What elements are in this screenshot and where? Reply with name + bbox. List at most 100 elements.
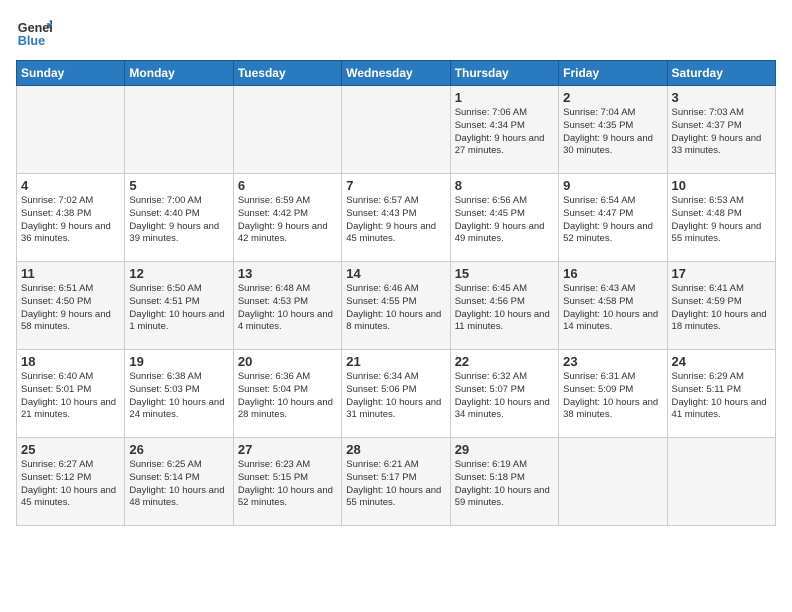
day-info: Sunrise: 6:56 AM Sunset: 4:45 PM Dayligh… xyxy=(455,195,554,246)
day-number: 12 xyxy=(129,266,228,281)
day-info: Sunrise: 6:40 AM Sunset: 5:01 PM Dayligh… xyxy=(21,371,120,422)
calendar-cell: 22 Sunrise: 6:32 AM Sunset: 5:07 PM Dayli… xyxy=(450,350,558,438)
calendar-cell: 16 Sunrise: 6:43 AM Sunset: 4:58 PM Dayli… xyxy=(559,262,667,350)
calendar-header: SundayMondayTuesdayWednesdayThursdayFrid… xyxy=(17,61,776,86)
calendar-cell: 27 Sunrise: 6:23 AM Sunset: 5:15 PM Dayli… xyxy=(233,438,341,526)
day-info: Sunrise: 6:19 AM Sunset: 5:18 PM Dayligh… xyxy=(455,459,554,510)
calendar-cell xyxy=(233,86,341,174)
day-info: Sunrise: 6:34 AM Sunset: 5:06 PM Dayligh… xyxy=(346,371,445,422)
day-info: Sunrise: 7:02 AM Sunset: 4:38 PM Dayligh… xyxy=(21,195,120,246)
calendar-cell xyxy=(559,438,667,526)
day-info: Sunrise: 7:04 AM Sunset: 4:35 PM Dayligh… xyxy=(563,107,662,158)
day-info: Sunrise: 7:03 AM Sunset: 4:37 PM Dayligh… xyxy=(672,107,771,158)
day-number: 23 xyxy=(563,354,662,369)
calendar-cell: 29 Sunrise: 6:19 AM Sunset: 5:18 PM Dayli… xyxy=(450,438,558,526)
day-info: Sunrise: 6:21 AM Sunset: 5:17 PM Dayligh… xyxy=(346,459,445,510)
calendar-cell: 9Sunrise: 6:54 AM Sunset: 4:47 PM Daylig… xyxy=(559,174,667,262)
week-row-4: 18 Sunrise: 6:40 AM Sunset: 5:01 PM Dayli… xyxy=(17,350,776,438)
day-info: Sunrise: 6:38 AM Sunset: 5:03 PM Dayligh… xyxy=(129,371,228,422)
day-number: 25 xyxy=(21,442,120,457)
calendar-cell: 4 Sunrise: 7:02 AM Sunset: 4:38 PM Daylig… xyxy=(17,174,125,262)
calendar-cell: 15Sunrise: 6:45 AM Sunset: 4:56 PM Dayli… xyxy=(450,262,558,350)
calendar-cell: 25 Sunrise: 6:27 AM Sunset: 5:12 PM Dayli… xyxy=(17,438,125,526)
day-number: 5 xyxy=(129,178,228,193)
calendar-table: SundayMondayTuesdayWednesdayThursdayFrid… xyxy=(16,60,776,526)
day-number: 20 xyxy=(238,354,337,369)
day-number: 26 xyxy=(129,442,228,457)
calendar-cell xyxy=(342,86,450,174)
calendar-cell: 23 Sunrise: 6:31 AM Sunset: 5:09 PM Dayli… xyxy=(559,350,667,438)
day-info: Sunrise: 6:54 AM Sunset: 4:47 PM Dayligh… xyxy=(563,195,662,246)
day-info: Sunrise: 6:32 AM Sunset: 5:07 PM Dayligh… xyxy=(455,371,554,422)
logo: General Blue xyxy=(16,16,56,52)
svg-text:Blue: Blue xyxy=(18,34,45,48)
header: General Blue xyxy=(16,16,776,52)
day-number: 22 xyxy=(455,354,554,369)
day-number: 6 xyxy=(238,178,337,193)
weekday-sunday: Sunday xyxy=(17,61,125,86)
day-number: 4 xyxy=(21,178,120,193)
day-number: 1 xyxy=(455,90,554,105)
day-number: 11 xyxy=(21,266,120,281)
day-number: 8 xyxy=(455,178,554,193)
week-row-2: 4 Sunrise: 7:02 AM Sunset: 4:38 PM Daylig… xyxy=(17,174,776,262)
day-number: 16 xyxy=(563,266,662,281)
calendar-cell xyxy=(125,86,233,174)
calendar-cell: 19Sunrise: 6:38 AM Sunset: 5:03 PM Dayli… xyxy=(125,350,233,438)
day-number: 27 xyxy=(238,442,337,457)
day-number: 10 xyxy=(672,178,771,193)
day-info: Sunrise: 6:27 AM Sunset: 5:12 PM Dayligh… xyxy=(21,459,120,510)
calendar-cell: 3 Sunrise: 7:03 AM Sunset: 4:37 PM Daylig… xyxy=(667,86,775,174)
day-number: 17 xyxy=(672,266,771,281)
calendar-cell: 24 Sunrise: 6:29 AM Sunset: 5:11 PM Dayli… xyxy=(667,350,775,438)
day-info: Sunrise: 6:43 AM Sunset: 4:58 PM Dayligh… xyxy=(563,283,662,334)
week-row-5: 25 Sunrise: 6:27 AM Sunset: 5:12 PM Dayli… xyxy=(17,438,776,526)
day-info: Sunrise: 6:31 AM Sunset: 5:09 PM Dayligh… xyxy=(563,371,662,422)
calendar-cell: 28 Sunrise: 6:21 AM Sunset: 5:17 PM Dayli… xyxy=(342,438,450,526)
day-number: 3 xyxy=(672,90,771,105)
day-info: Sunrise: 6:23 AM Sunset: 5:15 PM Dayligh… xyxy=(238,459,337,510)
day-info: Sunrise: 6:41 AM Sunset: 4:59 PM Dayligh… xyxy=(672,283,771,334)
calendar-cell: 17 Sunrise: 6:41 AM Sunset: 4:59 PM Dayli… xyxy=(667,262,775,350)
day-number: 2 xyxy=(563,90,662,105)
weekday-tuesday: Tuesday xyxy=(233,61,341,86)
day-info: Sunrise: 6:29 AM Sunset: 5:11 PM Dayligh… xyxy=(672,371,771,422)
weekday-header-row: SundayMondayTuesdayWednesdayThursdayFrid… xyxy=(17,61,776,86)
weekday-saturday: Saturday xyxy=(667,61,775,86)
calendar-cell: 5 Sunrise: 7:00 AM Sunset: 4:40 PM Daylig… xyxy=(125,174,233,262)
day-info: Sunrise: 6:46 AM Sunset: 4:55 PM Dayligh… xyxy=(346,283,445,334)
calendar-cell: 1Sunrise: 7:06 AM Sunset: 4:34 PM Daylig… xyxy=(450,86,558,174)
day-info: Sunrise: 7:00 AM Sunset: 4:40 PM Dayligh… xyxy=(129,195,228,246)
day-info: Sunrise: 6:25 AM Sunset: 5:14 PM Dayligh… xyxy=(129,459,228,510)
day-number: 29 xyxy=(455,442,554,457)
day-number: 24 xyxy=(672,354,771,369)
week-row-1: 1Sunrise: 7:06 AM Sunset: 4:34 PM Daylig… xyxy=(17,86,776,174)
weekday-monday: Monday xyxy=(125,61,233,86)
day-number: 18 xyxy=(21,354,120,369)
calendar-cell: 6 Sunrise: 6:59 AM Sunset: 4:42 PM Daylig… xyxy=(233,174,341,262)
calendar-cell: 26 Sunrise: 6:25 AM Sunset: 5:14 PM Dayli… xyxy=(125,438,233,526)
calendar-cell: 14Sunrise: 6:46 AM Sunset: 4:55 PM Dayli… xyxy=(342,262,450,350)
calendar-cell: 12Sunrise: 6:50 AM Sunset: 4:51 PM Dayli… xyxy=(125,262,233,350)
calendar-cell: 7Sunrise: 6:57 AM Sunset: 4:43 PM Daylig… xyxy=(342,174,450,262)
weekday-friday: Friday xyxy=(559,61,667,86)
weekday-thursday: Thursday xyxy=(450,61,558,86)
calendar-cell: 10 Sunrise: 6:53 AM Sunset: 4:48 PM Dayli… xyxy=(667,174,775,262)
day-number: 13 xyxy=(238,266,337,281)
logo-icon: General Blue xyxy=(16,16,52,52)
day-number: 21 xyxy=(346,354,445,369)
day-number: 28 xyxy=(346,442,445,457)
day-info: Sunrise: 6:51 AM Sunset: 4:50 PM Dayligh… xyxy=(21,283,120,334)
calendar-cell: 13Sunrise: 6:48 AM Sunset: 4:53 PM Dayli… xyxy=(233,262,341,350)
calendar-cell xyxy=(667,438,775,526)
week-row-3: 11 Sunrise: 6:51 AM Sunset: 4:50 PM Dayli… xyxy=(17,262,776,350)
calendar-cell: 21 Sunrise: 6:34 AM Sunset: 5:06 PM Dayli… xyxy=(342,350,450,438)
day-info: Sunrise: 6:59 AM Sunset: 4:42 PM Dayligh… xyxy=(238,195,337,246)
calendar-body: 1Sunrise: 7:06 AM Sunset: 4:34 PM Daylig… xyxy=(17,86,776,526)
day-info: Sunrise: 6:45 AM Sunset: 4:56 PM Dayligh… xyxy=(455,283,554,334)
day-number: 7 xyxy=(346,178,445,193)
day-info: Sunrise: 6:53 AM Sunset: 4:48 PM Dayligh… xyxy=(672,195,771,246)
calendar-cell: 20Sunrise: 6:36 AM Sunset: 5:04 PM Dayli… xyxy=(233,350,341,438)
calendar-cell: 2 Sunrise: 7:04 AM Sunset: 4:35 PM Daylig… xyxy=(559,86,667,174)
calendar-cell: 18 Sunrise: 6:40 AM Sunset: 5:01 PM Dayli… xyxy=(17,350,125,438)
